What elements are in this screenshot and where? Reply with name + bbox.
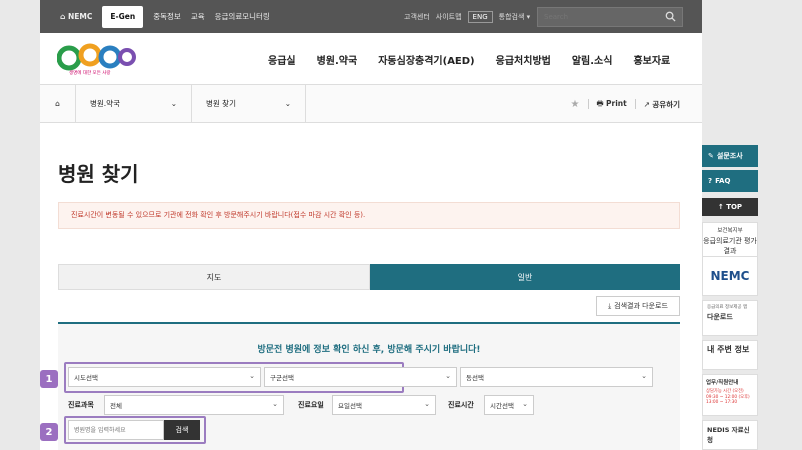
share-icon: ↗	[643, 99, 650, 109]
top-link-poison[interactable]: 중독정보	[153, 11, 181, 22]
chevron-down-icon: ⌄	[249, 372, 255, 380]
step-marker-1: 1	[40, 370, 58, 388]
nemc-link[interactable]: NEMC	[702, 256, 758, 296]
egen-logo[interactable]: 생명에 대한 모든 사랑	[56, 43, 137, 79]
download-results-button[interactable]: ⤓ 검색결과 다운로드	[596, 296, 680, 316]
faq-button[interactable]: ? FAQ	[702, 170, 758, 192]
menu-hospital-pharmacy[interactable]: 병원.약국	[317, 52, 358, 67]
chevron-down-icon: ⌄	[272, 400, 278, 408]
edit-icon: ✎	[708, 152, 714, 160]
divider	[634, 99, 636, 109]
sitemap-link[interactable]: 사이트맵	[436, 12, 462, 22]
customer-center-link[interactable]: 고객센터	[404, 12, 430, 22]
home-icon: ⌂	[60, 12, 66, 21]
menu-aed[interactable]: 자동심장충격기(AED)	[378, 52, 474, 67]
tab-general[interactable]: 일반	[370, 264, 680, 290]
hospital-name-input[interactable]	[68, 420, 164, 440]
menu-first-aid[interactable]: 응급처치방법	[496, 52, 551, 67]
nemc-home-link[interactable]: ⌂ NEMC	[60, 12, 92, 21]
chevron-down-icon: ⌄	[641, 372, 647, 380]
top-link-monitoring[interactable]: 응급의료모니터링	[215, 11, 270, 22]
menu-er[interactable]: 응급실	[268, 52, 296, 67]
step-marker-2: 2	[40, 423, 58, 441]
share-button[interactable]: ↗ 공유하기	[644, 99, 680, 110]
dong-select[interactable]: 동선택 ⌄	[460, 367, 653, 387]
page-title: 병원 찾기	[58, 162, 139, 186]
top-right-links: 고객센터 사이트맵 ENG 통합검색 ▾	[398, 0, 530, 33]
day-label: 진료요일	[298, 401, 324, 409]
view-tabs: 지도 일반	[58, 264, 680, 290]
logo-tagline: 생명에 대한 모든 사랑	[69, 71, 111, 76]
question-icon: ?	[708, 177, 713, 185]
nedis-link[interactable]: NEDIS 자료신청	[702, 420, 758, 450]
top-search-box	[537, 7, 683, 27]
download-icon: ⤓	[608, 301, 612, 310]
breadcrumb-home[interactable]: ⌂	[40, 84, 76, 123]
day-select[interactable]: 요일선택 ⌄	[332, 395, 436, 415]
star-icon[interactable]: ★	[571, 99, 580, 110]
notice-banner: 진료시간이 변동될 수 있으므로 기관에 전화 확인 후 방문해주시기 바랍니다…	[58, 202, 680, 229]
app-download-link[interactable]: 응급의료 정보제공 앱 다운로드	[702, 300, 758, 336]
nearby-info-link[interactable]: 내 주변 정보	[702, 340, 758, 370]
breadcrumb-level1[interactable]: 병원.약국 ⌄	[76, 84, 192, 123]
home-icon: ⌂	[55, 99, 60, 108]
breadcrumb: ⌂ 병원.약국 ⌄ 병원 찾기 ⌄ ★ 🖶 Print ↗ 공유하기	[40, 84, 702, 123]
egen-tab[interactable]: E-Gen	[102, 5, 144, 28]
top-link-education[interactable]: 교육	[191, 11, 205, 22]
survey-button[interactable]: ✎ 설문조사	[702, 145, 758, 167]
dept-select[interactable]: 전체 ⌄	[104, 395, 284, 415]
panel-title: 방문전 병원에 정보 확인 하신 후, 방문해 주시기 바랍니다!	[257, 345, 481, 355]
integrated-search-dropdown[interactable]: 통합검색 ▾	[499, 12, 531, 22]
menu-pr[interactable]: 홍보자료	[633, 52, 670, 67]
printer-icon: 🖶	[596, 98, 604, 108]
tab-map[interactable]: 지도	[58, 264, 370, 290]
menu-news[interactable]: 알림.소식	[572, 52, 613, 67]
chevron-down-icon: ⌄	[170, 99, 177, 108]
lang-eng-button[interactable]: ENG	[467, 10, 493, 23]
breadcrumb-level2[interactable]: 병원 찾기 ⌄	[192, 84, 306, 123]
top-button[interactable]: ↑ TOP	[702, 198, 758, 216]
main-nav: 생명에 대한 모든 사랑 응급실 병원.약국 자동심장충격기(AED) 응급처치…	[40, 33, 702, 85]
time-label: 진료시간	[448, 401, 474, 409]
dept-label: 진료과목	[68, 401, 94, 409]
divider	[587, 99, 589, 109]
top-utility-bar: ⌂ NEMC E-Gen 중독정보 교육 응급의료모니터링 고객센터 사이트맵 …	[40, 0, 702, 33]
time-select[interactable]: 시간선택 ⌄	[484, 395, 534, 415]
contact-info: 업무/직원안내 상담가능 시간 (오전) 09:30 ~ 12:00 (오후) …	[702, 374, 758, 416]
main-menu: 응급실 병원.약국 자동심장충격기(AED) 응급처치방법 알림.소식 홍보자료	[268, 33, 691, 85]
breadcrumb-tools: ★ 🖶 Print ↗ 공유하기	[571, 85, 680, 123]
chevron-down-icon: ⌄	[522, 400, 528, 408]
search-icon[interactable]	[665, 11, 676, 24]
top-search-input[interactable]	[538, 13, 658, 21]
search-button[interactable]: 검색	[164, 420, 200, 440]
gugun-select[interactable]: 구군선택 ⌄	[264, 367, 457, 387]
chevron-down-icon: ⌄	[424, 400, 430, 408]
print-button[interactable]: 🖶 Print	[597, 98, 627, 111]
sido-select[interactable]: 시도선택 ⌄	[68, 367, 261, 387]
chevron-down-icon: ⌄	[445, 372, 451, 380]
chevron-down-icon: ⌄	[284, 99, 291, 108]
